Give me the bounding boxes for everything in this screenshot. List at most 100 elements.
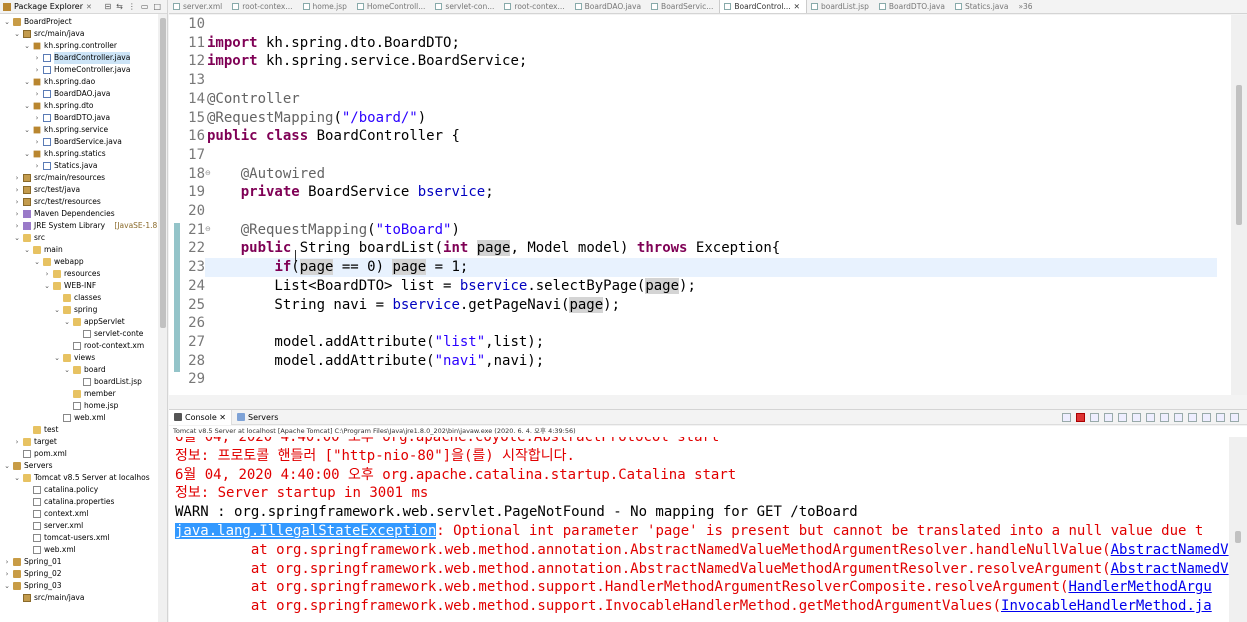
link-editor-icon[interactable]: ⇆ (116, 2, 123, 11)
expand-arrow-icon[interactable]: ⌄ (63, 316, 71, 328)
tree-item[interactable]: ⌄ Servers (0, 460, 167, 472)
collapse-arrow-icon[interactable]: › (13, 196, 21, 208)
editor-tab[interactable]: home.jsp (299, 0, 353, 13)
expand-arrow-icon[interactable]: ⌄ (13, 28, 21, 40)
clear-console-icon[interactable] (1118, 413, 1127, 422)
code-line[interactable]: private BoardService bservice; (207, 183, 494, 202)
editor-tab[interactable]: root-contex... (500, 0, 570, 13)
tree-item[interactable]: › Maven Dependencies (0, 208, 167, 220)
tab-console[interactable]: Console ✕ (169, 409, 233, 425)
tree-item[interactable]: catalina.properties (0, 496, 167, 508)
tree-item[interactable]: ⌄ kh.spring.dao (0, 76, 167, 88)
tree-item[interactable]: ⌄ Spring_03 (0, 580, 167, 592)
editor-tab[interactable]: servlet-con... (431, 0, 500, 13)
code-line[interactable]: import kh.spring.service.BoardService; (207, 52, 527, 71)
tree-item[interactable]: ⌄ src/main/java (0, 28, 167, 40)
console-output[interactable]: 6월 04, 2020 4:40:00 오후 org.apache.coyote… (169, 437, 1229, 622)
code-line[interactable]: List<BoardDTO> list = bservice.selectByP… (207, 277, 696, 296)
tree-item[interactable]: › Spring_02 (0, 568, 167, 580)
expand-arrow-icon[interactable]: ⌄ (23, 100, 31, 112)
tree-item[interactable]: › HomeController.java (0, 64, 167, 76)
collapse-arrow-icon[interactable]: › (13, 208, 21, 220)
tree-item[interactable]: ⌄ webapp (0, 256, 167, 268)
expand-arrow-icon[interactable]: ⌄ (13, 232, 21, 244)
editor-tab[interactable]: BoardDTO.java (875, 0, 951, 13)
close-view-icon[interactable]: ✕ (86, 3, 92, 11)
minimize-icon[interactable]: ▭ (141, 2, 149, 11)
tree-item[interactable]: server.xml (0, 520, 167, 532)
maximize-console-icon[interactable] (1230, 413, 1239, 422)
display-console-icon[interactable] (1188, 413, 1197, 422)
collapse-arrow-icon[interactable]: › (33, 136, 41, 148)
editor-tab[interactable]: server.xml (169, 0, 228, 13)
tree-item[interactable]: › Spring_01 (0, 556, 167, 568)
tree-item[interactable]: ⌄ BoardProject (0, 16, 167, 28)
collapse-arrow-icon[interactable]: › (33, 160, 41, 172)
expand-arrow-icon[interactable]: ⌄ (23, 244, 31, 256)
scroll-lock-icon[interactable] (1132, 413, 1141, 422)
explorer-scrollbar[interactable] (158, 14, 167, 622)
editor-tab[interactable]: root-contex... (228, 0, 298, 13)
collapse-arrow-icon[interactable]: › (43, 268, 51, 280)
tree-item[interactable]: › BoardDTO.java (0, 112, 167, 124)
tree-item[interactable]: › Statics.java (0, 160, 167, 172)
collapse-arrow-icon[interactable]: › (3, 568, 11, 580)
tree-item[interactable]: ⌄ kh.spring.controller (0, 40, 167, 52)
expand-arrow-icon[interactable]: ⌄ (3, 16, 11, 28)
collapse-arrow-icon[interactable]: › (33, 88, 41, 100)
code-line[interactable]: import kh.spring.dto.BoardDTO; (207, 34, 460, 53)
tab-servers[interactable]: Servers (232, 410, 283, 425)
code-line[interactable]: model.addAttribute("navi",navi); (207, 352, 544, 371)
tree-item[interactable]: tomcat-users.xml (0, 532, 167, 544)
tree-item[interactable]: context.xml (0, 508, 167, 520)
expand-arrow-icon[interactable]: ⌄ (53, 304, 61, 316)
close-tab-icon[interactable]: ✕ (794, 0, 800, 13)
collapse-arrow-icon[interactable]: › (13, 184, 21, 196)
tree-item[interactable]: pom.xml (0, 448, 167, 460)
tree-item[interactable]: home.jsp (0, 400, 167, 412)
collapse-arrow-icon[interactable]: › (3, 556, 11, 568)
stack-trace-link[interactable]: AbstractNamedV (1111, 561, 1229, 577)
tree-item[interactable]: ⌄ views (0, 352, 167, 364)
collapse-arrow-icon[interactable]: › (13, 172, 21, 184)
collapse-all-icon[interactable]: ⊟ (104, 2, 111, 11)
expand-arrow-icon[interactable]: ⌄ (63, 364, 71, 376)
tree-item[interactable]: src/main/java (0, 592, 167, 604)
tree-item[interactable]: › BoardService.java (0, 136, 167, 148)
tree-item[interactable]: › BoardDAO.java (0, 88, 167, 100)
tree-item[interactable]: ⌄ main (0, 244, 167, 256)
tree-item[interactable]: › src/main/resources (0, 172, 167, 184)
tree-item[interactable]: ⌄ appServlet (0, 316, 167, 328)
expand-arrow-icon[interactable]: ⌄ (23, 148, 31, 160)
editor-tab[interactable]: BoardControl... ✕ (719, 0, 807, 13)
code-editor[interactable]: 10 11 12 13 14 15 16 17 18 ⊖ 19 20 21 ⊖ 22 23 24 25 26 27 28… (169, 15, 1231, 395)
editor-tab[interactable]: BoardServic... (647, 0, 719, 13)
tree-item[interactable]: › resources (0, 268, 167, 280)
code-line[interactable]: @Autowired (207, 165, 325, 184)
tree-item[interactable]: ⌄ src (0, 232, 167, 244)
code-line[interactable]: public String boardList(int page, Model … (207, 239, 780, 258)
expand-arrow-icon[interactable]: ⌄ (23, 40, 31, 52)
code-line[interactable]: @RequestMapping("toBoard") (207, 221, 460, 240)
tree-item[interactable]: root-context.xm (0, 340, 167, 352)
tree-item[interactable]: › src/test/resources (0, 196, 167, 208)
expand-arrow-icon[interactable]: ⌄ (3, 580, 11, 592)
tree-item[interactable]: boardList.jsp (0, 376, 167, 388)
editor-horizontal-scrollbar[interactable] (169, 395, 1247, 404)
remove-launch-icon[interactable] (1090, 413, 1099, 422)
tree-item[interactable]: web.xml (0, 412, 167, 424)
tree-item[interactable]: ⌄ Tomcat v8.5 Server at localhos (0, 472, 167, 484)
code-line[interactable]: if(page == 0) page = 1; (205, 258, 1217, 278)
code-line[interactable]: @Controller (207, 90, 300, 109)
view-menu-icon[interactable]: ⋮ (128, 2, 136, 11)
stack-trace-link[interactable]: AbstractNamedV (1111, 542, 1229, 558)
tree-item[interactable]: › src/test/java (0, 184, 167, 196)
collapse-arrow-icon[interactable]: › (13, 436, 21, 448)
collapse-arrow-icon[interactable]: › (33, 112, 41, 124)
remove-all-icon[interactable] (1104, 413, 1113, 422)
expand-arrow-icon[interactable]: ⌄ (13, 472, 21, 484)
expand-arrow-icon[interactable]: ⌄ (3, 460, 11, 472)
open-console-icon[interactable] (1202, 413, 1211, 422)
tree-item[interactable]: ⌄ WEB-INF (0, 280, 167, 292)
tree-item[interactable]: ⌄ kh.spring.service (0, 124, 167, 136)
